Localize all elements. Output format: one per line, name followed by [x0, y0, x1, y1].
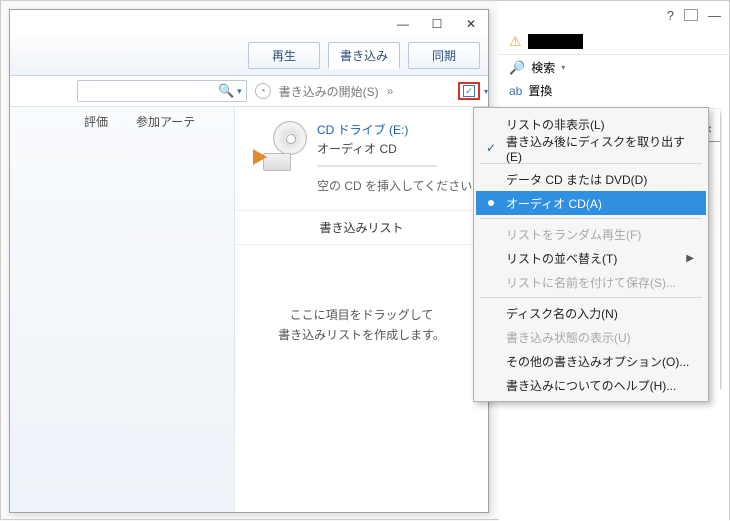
bg-alert-row: ⚠: [499, 29, 729, 54]
radio-icon: [488, 200, 494, 206]
menu-eject-after[interactable]: ✓ 書き込み後にディスクを取り出す(E): [476, 136, 706, 160]
menu-item-label: ディスク名の入力(N): [506, 305, 618, 322]
menu-item-label: オーディオ CD(A): [506, 195, 602, 212]
drop-hint-line1: ここに項目をドラッグして: [235, 305, 488, 325]
burn-options-button[interactable]: ✓ ▾: [458, 82, 480, 100]
cd-drive-icon: [253, 121, 307, 171]
wmp-toolbar: 🔍 ▾ ◔ 書き込みの開始(S) » ✓ ▾: [10, 76, 488, 107]
submenu-arrow-icon: ▶: [686, 253, 694, 264]
maximize-button[interactable]: ☐: [420, 13, 454, 35]
menu-disc-name[interactable]: ディスク名の入力(N): [476, 301, 706, 325]
menu-item-label: データ CD または DVD(D): [506, 171, 647, 188]
bg-titlebar: ? —: [499, 1, 729, 29]
dropdown-caret-icon: ▾: [561, 63, 565, 72]
bg-replace-row[interactable]: ab 置換: [499, 80, 729, 101]
minimize-button[interactable]: —: [386, 13, 420, 35]
search-dropdown-icon[interactable]: ▾: [234, 86, 242, 97]
drive-block: CD ドライブ (E:) オーディオ CD 空の CD を挿入してください: [235, 107, 488, 204]
col-rating[interactable]: 評価: [84, 113, 108, 130]
options-checkbox-icon: ✓: [463, 85, 475, 97]
binoculars-icon: 🔎: [509, 60, 525, 76]
menu-item-label: リストをランダム再生(F): [506, 226, 641, 243]
burn-options-menu: リストの非表示(L) ✓ 書き込み後にディスクを取り出す(E) データ CD ま…: [473, 107, 709, 402]
menu-item-label: 書き込み後にディスクを取り出す(E): [506, 133, 694, 164]
wmp-tab-row: 再生 書き込み 同期: [10, 38, 488, 76]
bg-minimize[interactable]: —: [708, 8, 721, 23]
warning-icon: ⚠: [509, 33, 522, 50]
menu-data-cd[interactable]: データ CD または DVD(D): [476, 167, 706, 191]
menu-shuffle: リストをランダム再生(F): [476, 222, 706, 246]
start-burn-icon[interactable]: ◔: [255, 83, 271, 99]
media-player-window: — ☐ ✕ 再生 書き込み 同期 🔍 ▾ ◔ 書き込みの開始(S) » ✓ ▾ …: [9, 9, 489, 513]
menu-item-label: リストの並べ替え(T): [506, 250, 617, 267]
insert-cd-hint: 空の CD を挿入してください: [317, 177, 472, 194]
drive-text-group: CD ドライブ (E:) オーディオ CD 空の CD を挿入してください: [317, 121, 472, 194]
menu-save-as: リストに名前を付けて保存(S)...: [476, 270, 706, 294]
menu-sort[interactable]: リストの並べ替え(T) ▶: [476, 246, 706, 270]
tab-sync[interactable]: 同期: [408, 42, 480, 69]
drop-hint: ここに項目をドラッグして 書き込みリストを作成します。: [235, 305, 488, 346]
close-button[interactable]: ✕: [454, 13, 488, 35]
menu-help[interactable]: 書き込みについてのヘルプ(H)...: [476, 373, 706, 397]
bg-replace-label: 置換: [528, 82, 552, 99]
menu-item-label: 書き込みについてのヘルプ(H)...: [506, 377, 676, 394]
menu-separator: [480, 297, 702, 298]
menu-other-options[interactable]: その他の書き込みオプション(O)...: [476, 349, 706, 373]
menu-item-label: その他の書き込みオプション(O)...: [506, 353, 689, 370]
toolbar-overflow[interactable]: »: [387, 84, 392, 98]
burn-list-title: 書き込みリスト: [235, 210, 488, 245]
menu-audio-cd[interactable]: オーディオ CD(A): [476, 191, 706, 215]
menu-separator: [480, 218, 702, 219]
bg-window-box[interactable]: [684, 9, 698, 21]
drive-name[interactable]: CD ドライブ (E:): [317, 121, 472, 138]
menu-item-label: リストの非表示(L): [506, 116, 605, 133]
replace-icon: ab: [509, 84, 522, 98]
tab-play[interactable]: 再生: [248, 42, 320, 69]
bg-search-row[interactable]: 🔎 検索 ▾: [499, 54, 729, 80]
start-burn-label[interactable]: 書き込みの開始(S): [279, 83, 379, 100]
tab-burn[interactable]: 書き込み: [328, 42, 400, 69]
drive-type: オーディオ CD: [317, 140, 472, 157]
menu-burn-status: 書き込み状態の表示(U): [476, 325, 706, 349]
menu-item-label: 書き込み状態の表示(U): [506, 329, 631, 346]
check-icon: ✓: [486, 141, 496, 155]
wmp-right-pane: CD ドライブ (E:) オーディオ CD 空の CD を挿入してください 書き…: [235, 107, 488, 512]
capacity-bar: [317, 165, 437, 167]
search-icon: 🔍: [218, 83, 234, 99]
bg-search-label: 検索: [531, 59, 555, 76]
redacted-block: [528, 34, 583, 49]
wmp-body: 評価 参加アーテ CD ドライブ (E:) オーディオ CD 空の CD を挿入…: [10, 107, 488, 512]
help-icon[interactable]: ?: [667, 8, 674, 23]
drop-hint-line2: 書き込みリストを作成します。: [235, 325, 488, 345]
options-dropdown-icon: ▾: [484, 87, 488, 96]
search-input[interactable]: 🔍 ▾: [77, 80, 247, 102]
menu-item-label: リストに名前を付けて保存(S)...: [506, 274, 676, 291]
list-columns: 評価 参加アーテ: [10, 107, 234, 136]
wmp-titlebar: — ☐ ✕: [10, 10, 488, 38]
col-artist[interactable]: 参加アーテ: [136, 113, 195, 130]
wmp-left-pane: 評価 参加アーテ: [10, 107, 235, 512]
